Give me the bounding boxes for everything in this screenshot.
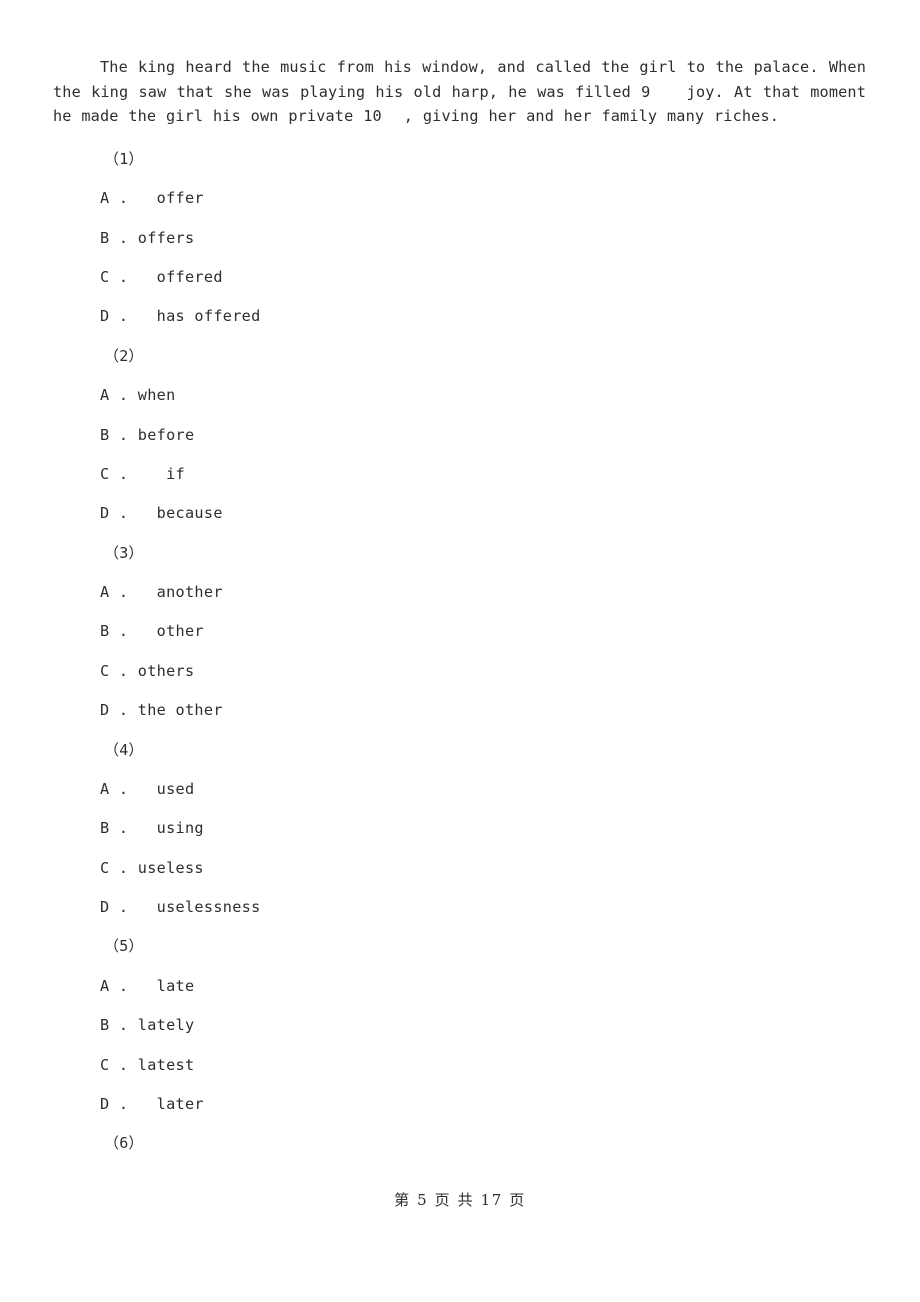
question-option[interactable]: D . uselessness [0, 888, 920, 927]
question-option[interactable]: A . used [0, 770, 920, 809]
question-block-6: （6） [0, 1124, 920, 1163]
question-number: （3） [104, 543, 144, 562]
question-option[interactable]: B . lately [0, 1006, 920, 1045]
question-option[interactable]: C . if [0, 455, 920, 494]
question-block-5: （5） A . late B . lately C . latest D . l… [0, 927, 920, 1124]
question-block-1: （1） A . offer B . offers C . offered D .… [0, 140, 920, 337]
question-option[interactable]: B . offers [0, 219, 920, 258]
question-option[interactable]: B . using [0, 809, 920, 848]
passage-blank-10: 10 [363, 107, 382, 126]
question-option[interactable]: C . useless [0, 849, 920, 888]
question-option[interactable]: C . latest [0, 1046, 920, 1085]
question-option[interactable]: C . others [0, 652, 920, 691]
question-option[interactable]: D . has offered [0, 297, 920, 336]
question-number: （5） [104, 937, 144, 956]
question-option[interactable]: B . other [0, 612, 920, 651]
passage-segment-3: , giving her and her family many riches. [403, 107, 780, 126]
page-footer: 第 5 页 共 17 页 [394, 1191, 526, 1209]
question-option[interactable]: A . another [0, 573, 920, 612]
question-option[interactable]: C . offered [0, 258, 920, 297]
passage-blank-9: 9 [641, 82, 651, 101]
question-number: （1） [104, 150, 144, 168]
question-number: （6） [104, 1134, 144, 1153]
question-option[interactable]: D . because [0, 494, 920, 533]
question-option[interactable]: A . offer [0, 179, 920, 218]
question-number: （4） [104, 740, 144, 759]
question-number: （2） [104, 346, 144, 365]
passage-paragraph: The king heard the music from his window… [53, 55, 866, 129]
question-option[interactable]: B . before [0, 416, 920, 455]
question-block-2: （2） A . when B . before C . if D . becau… [0, 337, 920, 534]
question-option[interactable]: A . when [0, 376, 920, 415]
question-option[interactable]: D . the other [0, 691, 920, 730]
question-block-4: （4） A . used B . using C . useless D . u… [0, 731, 920, 928]
question-option[interactable]: A . late [0, 967, 920, 1006]
question-list: （1） A . offer B . offers C . offered D .… [0, 140, 920, 1164]
question-block-3: （3） A . another B . other C . others D .… [0, 534, 920, 731]
document-page: The king heard the music from his window… [0, 0, 920, 1302]
question-option[interactable]: D . later [0, 1085, 920, 1124]
